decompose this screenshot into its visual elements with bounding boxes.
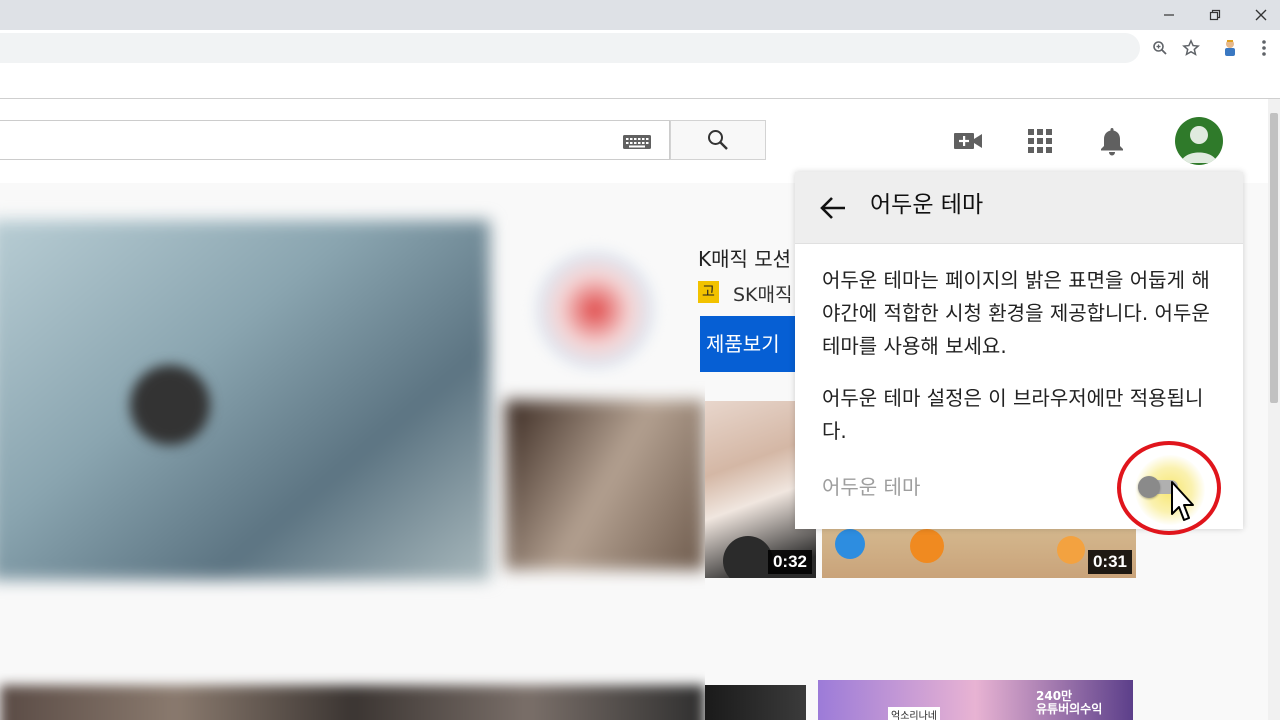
search-input[interactable] bbox=[0, 120, 670, 160]
scrollbar-thumb[interactable] bbox=[1270, 113, 1278, 403]
search-icon bbox=[708, 130, 728, 150]
dark-theme-toggle-label: 어두운 테마 bbox=[822, 475, 921, 499]
extension-icon[interactable] bbox=[1220, 38, 1240, 58]
restore-icon[interactable] bbox=[1192, 0, 1238, 30]
menu-icon[interactable] bbox=[1254, 38, 1274, 58]
dark-theme-note: 어두운 테마 설정은 이 브라우저에만 적용됩니다. bbox=[822, 386, 1204, 443]
thumbnail-graphic bbox=[723, 536, 773, 578]
popup-title: 어두운 테마 bbox=[870, 192, 984, 218]
video-duration: 0:32 bbox=[767, 550, 812, 574]
annotation-circle bbox=[1117, 441, 1221, 535]
blurred-brand-logo bbox=[535, 250, 655, 370]
mouse-cursor-icon bbox=[1170, 480, 1196, 524]
back-arrow-icon[interactable] bbox=[817, 192, 849, 224]
blurred-content bbox=[0, 200, 705, 720]
view-product-button[interactable]: 제품보기 bbox=[700, 316, 795, 372]
zoom-icon[interactable] bbox=[1150, 38, 1170, 58]
minimize-icon[interactable] bbox=[1146, 0, 1192, 30]
thumbnail-caption: 억소리나네 bbox=[888, 707, 940, 720]
thumbnail-graphic bbox=[910, 529, 944, 563]
bookmark-bar bbox=[0, 66, 1280, 99]
browser-toolbar bbox=[0, 30, 1280, 66]
promo-title[interactable]: K매직 모션 bbox=[698, 243, 791, 272]
thumbnail-caption: 240만 유튜버의수익 bbox=[1036, 689, 1103, 716]
notifications-bell-icon[interactable] bbox=[1095, 124, 1129, 158]
blurred-thumbnail-row[interactable] bbox=[0, 685, 705, 720]
page-scrollbar[interactable] bbox=[1268, 99, 1280, 720]
thumbnail-graphic bbox=[1057, 536, 1085, 564]
video-duration: 0:31 bbox=[1087, 550, 1132, 574]
popup-header: 어두운 테마 bbox=[795, 172, 1243, 244]
avatar[interactable] bbox=[1175, 117, 1223, 165]
browser-titlebar bbox=[0, 0, 1280, 30]
blurred-thumbnail[interactable] bbox=[505, 400, 705, 570]
video-thumbnail[interactable] bbox=[705, 685, 806, 720]
dark-theme-description: 어두운 테마는 페이지의 밝은 표면을 어둡게 해 야간에 적합한 시청 환경을… bbox=[822, 268, 1210, 358]
star-icon[interactable] bbox=[1181, 38, 1201, 58]
apps-grid-icon[interactable] bbox=[1023, 124, 1057, 158]
close-icon[interactable] bbox=[1238, 0, 1280, 30]
youtube-header bbox=[0, 99, 1268, 183]
promo-brand[interactable]: SK매직 bbox=[733, 280, 792, 307]
ad-badge: 고 bbox=[698, 281, 719, 303]
blurred-featured-video[interactable] bbox=[0, 220, 490, 580]
blurred-play-icon bbox=[130, 365, 210, 445]
address-bar[interactable] bbox=[0, 33, 1140, 63]
search-button[interactable] bbox=[670, 120, 766, 160]
create-video-icon[interactable] bbox=[951, 124, 985, 158]
thumbnail-graphic bbox=[835, 529, 865, 559]
keyboard-icon[interactable] bbox=[622, 133, 652, 151]
video-thumbnail[interactable]: 억소리나네 240만 유튜버의수익 bbox=[818, 680, 1133, 720]
